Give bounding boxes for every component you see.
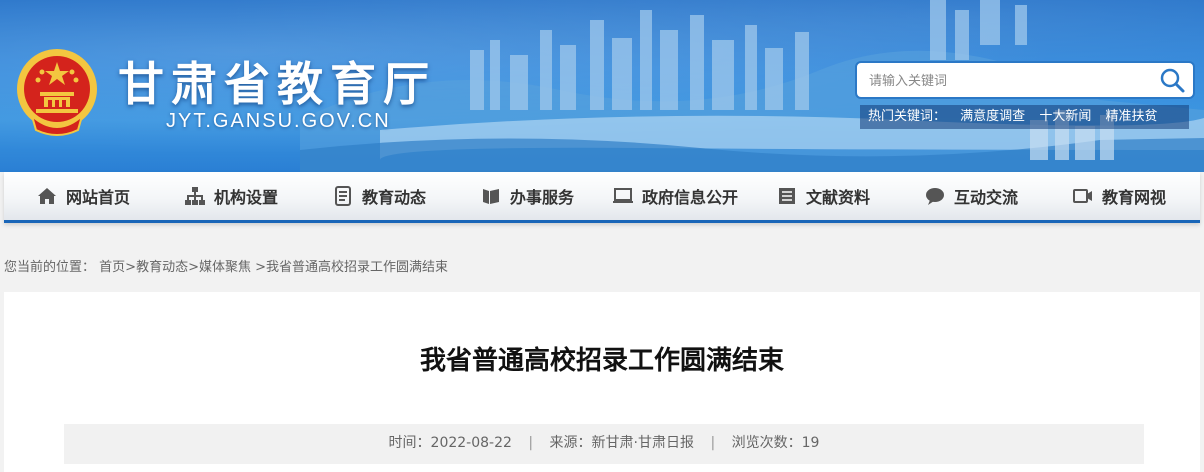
article-meta-bar: 时间：2022-08-22 | 来源：新甘肃·甘肃日报 | 浏览次数：19 bbox=[64, 424, 1144, 464]
meta-source: 新甘肃·甘肃日报 bbox=[591, 435, 694, 451]
breadcrumb-separator: > bbox=[188, 260, 199, 275]
search-input[interactable] bbox=[867, 69, 1141, 93]
breadcrumb-separator: > bbox=[251, 260, 267, 275]
video-camera-icon bbox=[1073, 189, 1092, 203]
nav-item-label: 文献资料 bbox=[806, 188, 871, 207]
header-banner: 甘肃省教育厅 JYT.GANSU.GOV.CN 热门关键词： 满意度调查 十大新… bbox=[0, 0, 1204, 172]
meta-time: 2022-08-22 bbox=[430, 435, 512, 451]
national-emblem-icon bbox=[17, 49, 97, 136]
meta-source-label: 来源： bbox=[549, 435, 592, 451]
search-box bbox=[855, 61, 1195, 99]
service-icon bbox=[483, 189, 499, 204]
nav-item-label: 网站首页 bbox=[66, 188, 131, 207]
news-document-icon bbox=[335, 186, 351, 206]
nav-item-info-disclosure[interactable]: 政府信息公开 bbox=[612, 172, 738, 220]
meta-views: 19 bbox=[801, 435, 820, 451]
hot-keyword-link[interactable]: 十大新闻 bbox=[1039, 109, 1091, 124]
archive-icon bbox=[779, 188, 795, 204]
nav-item-org[interactable]: 机构设置 bbox=[184, 172, 278, 220]
meta-time-label: 时间： bbox=[388, 435, 431, 451]
meta-views-label: 浏览次数： bbox=[731, 435, 802, 451]
hot-keywords-label: 热门关键词： bbox=[868, 109, 947, 124]
nav-item-label: 政府信息公开 bbox=[642, 188, 739, 207]
nav-item-service[interactable]: 办事服务 bbox=[480, 172, 574, 220]
hot-keyword-link[interactable]: 满意度调查 bbox=[960, 109, 1025, 124]
nav-item-video[interactable]: 教育网视 bbox=[1072, 172, 1166, 220]
org-chart-icon bbox=[185, 187, 205, 205]
nav-item-documents[interactable]: 文献资料 bbox=[776, 172, 870, 220]
nav-item-label: 办事服务 bbox=[510, 188, 575, 207]
nav-item-interaction[interactable]: 互动交流 bbox=[924, 172, 1018, 220]
breadcrumb-link-news[interactable]: 教育动态 bbox=[136, 260, 188, 275]
meta-separator: | bbox=[528, 435, 534, 451]
nav-item-label: 教育动态 bbox=[362, 188, 427, 207]
nav-item-label: 互动交流 bbox=[954, 188, 1019, 207]
meta-separator: | bbox=[710, 435, 716, 451]
search-icon[interactable] bbox=[1155, 65, 1189, 95]
breadcrumb-link-media[interactable]: 媒体聚焦 bbox=[199, 260, 251, 275]
article-title: 我省普通高校招录工作圆满结束 bbox=[419, 346, 784, 376]
nav-item-label: 机构设置 bbox=[214, 188, 279, 207]
breadcrumb-current[interactable]: 我省普通高校招录工作圆满结束 bbox=[266, 260, 448, 275]
breadcrumb-prefix: 您当前的位置： bbox=[4, 260, 96, 275]
home-icon bbox=[38, 188, 56, 204]
breadcrumb-separator: > bbox=[125, 260, 137, 275]
site-domain: JYT.GANSU.GOV.CN bbox=[166, 110, 391, 132]
site-title: 甘肃省教育厅 bbox=[118, 57, 436, 111]
nav-item-label: 教育网视 bbox=[1102, 188, 1167, 207]
hot-keywords-bar: 热门关键词： 满意度调查 十大新闻 精准扶贫 bbox=[860, 105, 1189, 129]
main-nav: 网站首页 机构设置 教育动态 办事服务 政府信息公开 文献资料 互动交流 教育网… bbox=[4, 172, 1200, 223]
nav-item-home[interactable]: 网站首页 bbox=[36, 172, 130, 220]
monitor-icon bbox=[613, 188, 633, 203]
breadcrumb: 您当前的位置： 首页>教育动态>媒体聚焦 >我省普通高校招录工作圆满结束 bbox=[4, 256, 448, 275]
nav-item-news[interactable]: 教育动态 bbox=[332, 172, 426, 220]
hot-keyword-link[interactable]: 精准扶贫 bbox=[1105, 109, 1157, 124]
chat-icon bbox=[926, 188, 944, 205]
breadcrumb-link-home[interactable]: 首页 bbox=[99, 260, 125, 275]
